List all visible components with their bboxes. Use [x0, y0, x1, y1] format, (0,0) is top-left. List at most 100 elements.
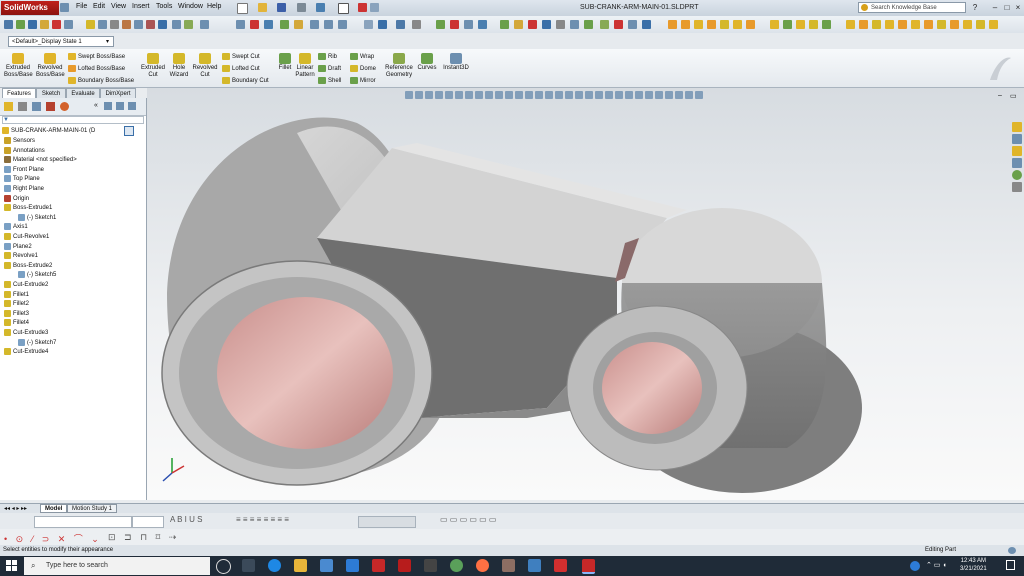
- tab-evaluate[interactable]: Evaluate: [66, 88, 100, 98]
- toolbar-icon[interactable]: [528, 20, 537, 29]
- zoom-icon[interactable]: [310, 20, 319, 29]
- toolbar-icon[interactable]: [898, 20, 907, 29]
- text-format-icons[interactable]: A B I U S: [170, 515, 202, 524]
- swept-cut-button[interactable]: Swept Cut: [222, 53, 260, 60]
- help-icon[interactable]: ?: [970, 3, 980, 12]
- tree-item[interactable]: Right Plane: [4, 185, 44, 194]
- toolbar-icon[interactable]: [809, 20, 818, 29]
- view-icon[interactable]: [412, 20, 421, 29]
- tree-item[interactable]: Material <not specified>: [4, 156, 77, 165]
- toolbar-icon[interactable]: [158, 20, 167, 29]
- solidworks-logo[interactable]: SolidWorks: [1, 1, 59, 15]
- tree-item[interactable]: (-) Sketch5: [18, 271, 56, 280]
- menu-edit[interactable]: Edit: [93, 3, 105, 10]
- toolbar-icon[interactable]: [570, 20, 579, 29]
- layout-icons[interactable]: ▭ ▭ ▭ ▭ ▭ ▭: [440, 515, 496, 524]
- tree-item[interactable]: Cut-Extrude2: [4, 281, 48, 290]
- toolbar-icon[interactable]: [122, 20, 131, 29]
- toolbar-icon[interactable]: [937, 20, 946, 29]
- tab-model[interactable]: Model: [40, 504, 68, 513]
- toolbar-icon[interactable]: [614, 20, 623, 29]
- new-document-icon[interactable]: [237, 3, 248, 14]
- tree-root[interactable]: SUB-CRANK-ARM-MAIN-01 (D: [2, 127, 95, 136]
- toolbar-icon[interactable]: [64, 20, 73, 29]
- toolbar-icon[interactable]: [110, 20, 119, 29]
- toolbar-icon[interactable]: [600, 20, 609, 29]
- display-manager-icon[interactable]: [60, 102, 69, 111]
- tree-item[interactable]: Fillet2: [4, 300, 29, 309]
- toolbar-icon[interactable]: [264, 20, 273, 29]
- toolbar-icon[interactable]: [681, 20, 690, 29]
- toolbar-icon[interactable]: [976, 20, 985, 29]
- boundary-cut-button[interactable]: Boundary Cut: [222, 77, 269, 84]
- menu-tools[interactable]: Tools: [156, 3, 172, 10]
- toolbar-icon[interactable]: [584, 20, 593, 29]
- open-folder-icon[interactable]: [258, 3, 267, 12]
- toolbar-icon[interactable]: [950, 20, 959, 29]
- toolbar-icon[interactable]: [146, 20, 155, 29]
- toolbar-icon[interactable]: [796, 20, 805, 29]
- fillet-button[interactable]: Fillet: [276, 53, 294, 72]
- linear-pattern-button[interactable]: Linear Pattern: [294, 53, 316, 79]
- tab-features[interactable]: Features: [2, 88, 36, 98]
- toolbar-icon[interactable]: [668, 20, 677, 29]
- tree-item[interactable]: Front Plane: [4, 165, 44, 175]
- shell-button[interactable]: Shell: [318, 77, 341, 84]
- tree-item[interactable]: Fillet1: [4, 290, 29, 300]
- task-view-icon[interactable]: [242, 559, 255, 572]
- sum-icon[interactable]: [172, 20, 181, 29]
- store-icon[interactable]: [320, 559, 333, 572]
- file-explorer-icon[interactable]: [1012, 146, 1022, 156]
- appearances-icon[interactable]: [1012, 170, 1022, 180]
- expand-arrow-icon[interactable]: [60, 3, 69, 12]
- help-balloon-icon[interactable]: [1008, 547, 1016, 554]
- panel-icon[interactable]: [116, 102, 124, 110]
- select-arrow-icon[interactable]: [338, 3, 349, 14]
- toolbar-icon[interactable]: [885, 20, 894, 29]
- zoom-icon[interactable]: [338, 20, 347, 29]
- undo-icon[interactable]: [316, 3, 325, 12]
- rib-button[interactable]: Rib: [318, 53, 337, 60]
- cortana-icon[interactable]: [216, 559, 231, 574]
- toolbar-icon[interactable]: [542, 20, 551, 29]
- toolbar-icon[interactable]: [86, 20, 95, 29]
- edge-icon[interactable]: [268, 559, 281, 572]
- minimize-icon[interactable]: –: [990, 3, 1000, 12]
- zoom-icon[interactable]: [324, 20, 333, 29]
- sketch-tools-icons-2[interactable]: ⊡ ⊐ ⊓ ⌑ ⇢: [108, 532, 179, 543]
- tree-item[interactable]: Boss-Extrude1: [4, 204, 52, 213]
- toolbar-icon[interactable]: [4, 20, 13, 29]
- file-explorer-icon[interactable]: [294, 559, 307, 572]
- dimxpert-manager-icon[interactable]: [46, 102, 55, 111]
- print-icon[interactable]: [297, 3, 306, 12]
- search-input[interactable]: Search Knowledge Base: [858, 2, 966, 13]
- toolbar-icon[interactable]: [236, 20, 245, 29]
- view-icon[interactable]: [378, 20, 387, 29]
- toolbar-icon[interactable]: [924, 20, 933, 29]
- options-icon[interactable]: [370, 3, 379, 12]
- design-library-icon[interactable]: [1012, 134, 1022, 144]
- toolbar-icon[interactable]: [16, 20, 25, 29]
- menu-window[interactable]: Window: [178, 3, 203, 10]
- lofted-cut-button[interactable]: Lofted Cut: [222, 65, 260, 72]
- boundary-boss-button[interactable]: Boundary Boss/Base: [68, 77, 134, 84]
- panel-icon[interactable]: [104, 102, 112, 110]
- tree-item[interactable]: Axis1: [4, 223, 28, 232]
- chevron-down-icon[interactable]: ▾: [106, 38, 109, 45]
- menu-help[interactable]: Help: [207, 3, 221, 10]
- toolbar-icon[interactable]: [280, 20, 289, 29]
- taskbar-search-input[interactable]: Type here to search: [24, 557, 210, 575]
- alignment-icons[interactable]: ≡ ≡ ≡ ≡ ≡ ≡ ≡ ≡: [236, 515, 289, 524]
- menu-insert[interactable]: Insert: [132, 3, 150, 10]
- tab-motion-study[interactable]: Motion Study 1: [67, 504, 118, 513]
- hole-wizard-button[interactable]: Hole Wizard: [167, 53, 191, 79]
- app-icon[interactable]: [398, 559, 411, 572]
- tree-item[interactable]: Cut-Extrude3: [4, 329, 48, 338]
- toolbar-icon[interactable]: [872, 20, 881, 29]
- tree-item[interactable]: Cut-Extrude4: [4, 348, 48, 357]
- mirror-button[interactable]: Mirror: [350, 77, 376, 84]
- toolbar-icon[interactable]: [770, 20, 779, 29]
- toolbar-icon[interactable]: [556, 20, 565, 29]
- toolbar-icon[interactable]: [746, 20, 755, 29]
- custom-properties-icon[interactable]: [1012, 182, 1022, 192]
